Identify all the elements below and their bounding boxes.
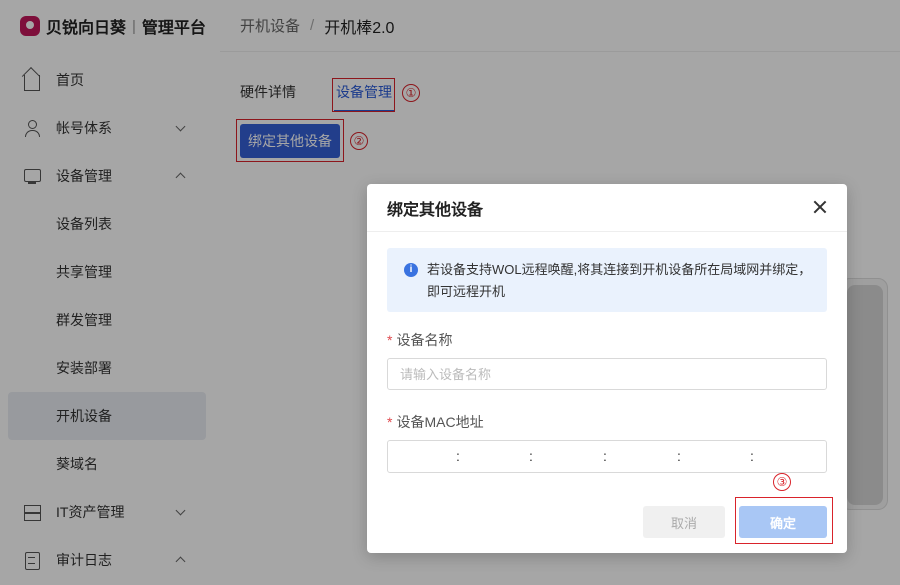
device-name-label-text: 设备名称 bbox=[396, 332, 453, 348]
close-icon[interactable] bbox=[813, 200, 827, 214]
mac-separator: : bbox=[603, 448, 607, 464]
mac-separator: : bbox=[456, 448, 460, 464]
required-mark: * bbox=[387, 332, 393, 348]
device-name-label: * 设备名称 bbox=[387, 330, 452, 350]
info-icon: i bbox=[404, 263, 418, 277]
mac-separator: : bbox=[750, 448, 754, 464]
cancel-button[interactable]: 取消 bbox=[643, 506, 725, 538]
dialog-title: 绑定其他设备 bbox=[367, 184, 847, 232]
info-text: 若设备支持WOL远程唤醒,将其连接到开机设备所在局域网并绑定，即可远程开机 bbox=[427, 262, 812, 299]
annotation-box-3 bbox=[735, 497, 833, 544]
mac-address-input[interactable]: : : : : : bbox=[387, 440, 827, 473]
device-name-input[interactable] bbox=[387, 358, 827, 390]
mac-address-label: * 设备MAC地址 bbox=[387, 412, 484, 432]
info-alert: i 若设备支持WOL远程唤醒,将其连接到开机设备所在局域网并绑定，即可远程开机 bbox=[387, 248, 827, 312]
mac-separator: : bbox=[529, 448, 533, 464]
required-mark: * bbox=[387, 414, 393, 430]
mac-separator: : bbox=[677, 448, 681, 464]
mac-address-label-text: 设备MAC地址 bbox=[396, 414, 484, 430]
annotation-number-3: ③ bbox=[773, 473, 791, 491]
